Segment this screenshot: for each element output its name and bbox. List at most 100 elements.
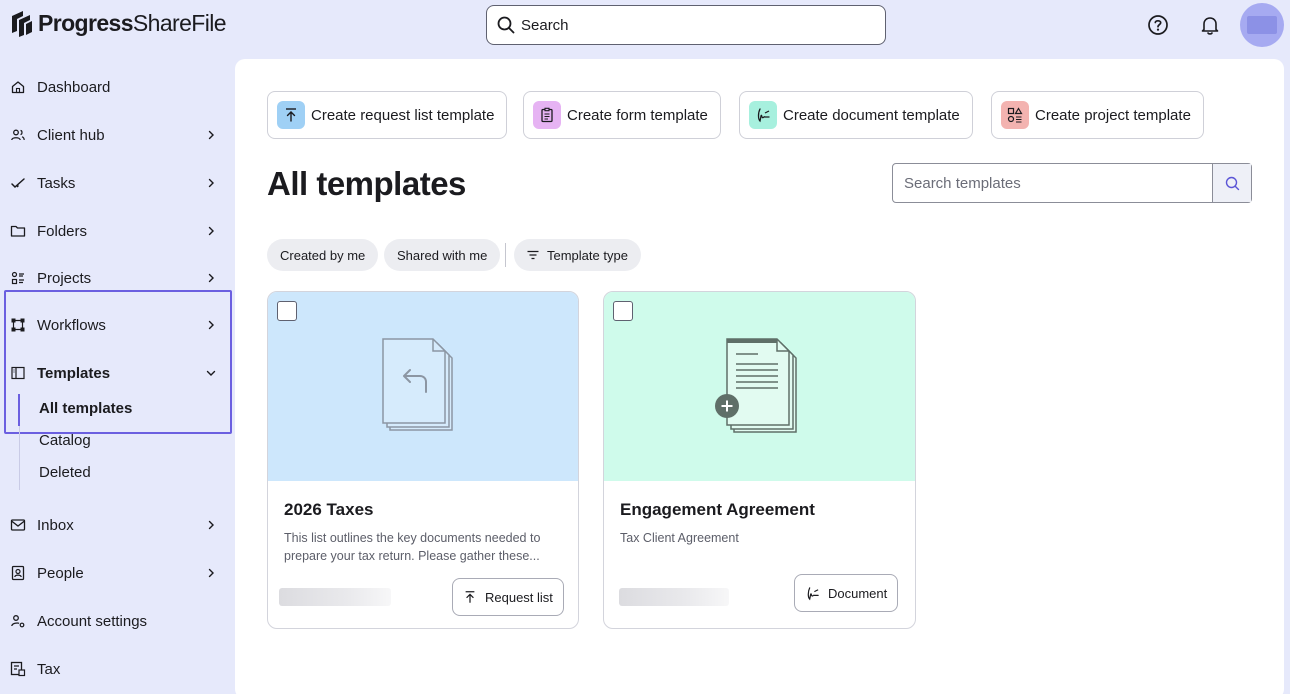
user-avatar[interactable] [1240, 3, 1284, 47]
filter-icon [527, 250, 539, 260]
sidebar-item-label: Templates [37, 364, 111, 382]
sidebar-subitem-catalog[interactable]: Catalog [39, 432, 91, 449]
sidebar-item-label: Tasks [37, 174, 76, 192]
sidebar-item-tasks[interactable]: Tasks [0, 163, 234, 203]
sidebar-subitem-deleted[interactable]: Deleted [39, 464, 91, 481]
projects-icon [11, 271, 24, 285]
chevron-down-icon [206, 370, 216, 376]
users-icon [11, 129, 25, 141]
chevron-right-icon [208, 568, 214, 578]
global-search-label: Search [521, 16, 569, 34]
page-title: All templates [267, 165, 466, 202]
settings-user-icon [11, 615, 25, 628]
sidebar-item-projects[interactable]: Projects [0, 258, 234, 298]
template-card[interactable]: 2026 Taxes This list outlines the key do… [267, 291, 579, 629]
sidebar-item-templates[interactable]: Templates [0, 353, 234, 393]
create-project-template-button[interactable]: Create project template [991, 91, 1204, 139]
filter-label: Shared with me [397, 247, 488, 263]
sidebar-item-client-hub[interactable]: Client hub [0, 115, 234, 155]
signature-icon [807, 586, 819, 600]
redacted-owner [619, 588, 729, 606]
upload-icon [277, 101, 305, 129]
sharefile-logo-icon [12, 10, 32, 37]
brand-name: ProgressShareFile [38, 10, 227, 36]
contact-icon [11, 565, 25, 581]
sidebar-item-tax[interactable]: Tax [0, 649, 234, 689]
home-icon [11, 81, 25, 94]
sidebar-item-dashboard[interactable]: Dashboard [0, 67, 234, 107]
card-type-label: Request list [485, 589, 553, 605]
sidebar-item-folders[interactable]: Folders [0, 211, 234, 251]
template-icon [11, 366, 25, 380]
card-title: Engagement Agreement [620, 500, 815, 519]
card-title: 2026 Taxes [284, 500, 374, 519]
global-search[interactable]: Search [486, 5, 886, 45]
sidebar-item-inbox[interactable]: Inbox [0, 505, 234, 545]
create-form-template-button[interactable]: Create form template [523, 91, 721, 139]
upload-icon [465, 591, 475, 603]
card-type-label: Document [828, 585, 888, 601]
card-description: Tax Client Agreement [620, 531, 739, 545]
redacted-owner [279, 588, 391, 606]
card-checkbox[interactable] [277, 301, 297, 321]
sidebar-item-label: People [37, 564, 84, 582]
chevron-right-icon [208, 130, 214, 140]
sidebar-item-label: Projects [37, 269, 92, 287]
sidebar-item-label: Tax [37, 660, 61, 678]
template-search-button[interactable] [1212, 164, 1251, 202]
document-template-icon [715, 338, 797, 433]
folder-icon [10, 225, 26, 237]
filter-created-by-me[interactable]: Created by me [267, 239, 379, 271]
sidebar-item-label: Client hub [37, 126, 105, 144]
template-search [892, 163, 1252, 203]
sidebar-item-account-settings[interactable]: Account settings [0, 601, 234, 641]
create-request-list-template-button[interactable]: Create request list template [267, 91, 508, 139]
app-logo[interactable]: ProgressShareFile [10, 10, 227, 37]
card-description: This list outlines the key documents nee… [284, 531, 541, 563]
template-card[interactable]: Engagement Agreement Tax Client Agreemen… [603, 291, 916, 629]
create-button-label: Create project template [1035, 106, 1191, 124]
signature-icon [749, 101, 777, 129]
card-type-badge: Request list [452, 578, 564, 616]
search-icon [497, 16, 515, 34]
sidebar-item-label: Folders [37, 222, 88, 240]
card-type-badge: Document [794, 574, 899, 612]
sidebar-item-people[interactable]: People [0, 553, 234, 593]
filter-label: Created by me [280, 247, 366, 263]
create-button-label: Create document template [783, 106, 960, 124]
bell-icon[interactable] [1199, 14, 1221, 36]
chevron-right-icon [208, 520, 214, 530]
create-button-label: Create request list template [311, 106, 495, 124]
create-document-template-button[interactable]: Create document template [739, 91, 973, 139]
create-button-label: Create form template [567, 106, 708, 124]
card-preview [604, 292, 915, 481]
search-icon [1225, 176, 1239, 190]
sidebar-item-label: Workflows [37, 316, 106, 334]
workflow-icon [11, 318, 25, 332]
template-search-input[interactable] [893, 164, 1212, 202]
chevron-right-icon [208, 226, 214, 236]
sidebar-item-label: Dashboard [37, 78, 111, 96]
clipboard-icon [533, 101, 561, 129]
help-circle-icon[interactable] [1147, 14, 1169, 36]
main-panel: Create request list template Create form… [235, 59, 1284, 694]
chevron-right-icon [208, 273, 214, 283]
card-checkbox[interactable] [613, 301, 633, 321]
filter-divider [505, 243, 506, 267]
filter-template-type[interactable]: Template type [514, 239, 641, 271]
chevron-right-icon [208, 178, 214, 188]
avatar-image [1247, 16, 1277, 34]
sidebar-item-label: Inbox [37, 516, 74, 534]
filter-label: Template type [547, 247, 628, 263]
tax-icon [10, 661, 26, 677]
sub-nav-line [19, 426, 20, 490]
request-list-document-icon [382, 338, 453, 431]
check-icon [11, 178, 25, 189]
filter-shared-with-me[interactable]: Shared with me [384, 239, 501, 271]
chevron-right-icon [208, 320, 214, 330]
active-sub-indicator [18, 394, 20, 426]
sidebar-item-label: Account settings [37, 612, 148, 630]
sidebar-subitem-all-templates[interactable]: All templates [39, 400, 132, 417]
card-preview [268, 292, 578, 481]
sidebar-item-workflows[interactable]: Workflows [0, 305, 234, 345]
